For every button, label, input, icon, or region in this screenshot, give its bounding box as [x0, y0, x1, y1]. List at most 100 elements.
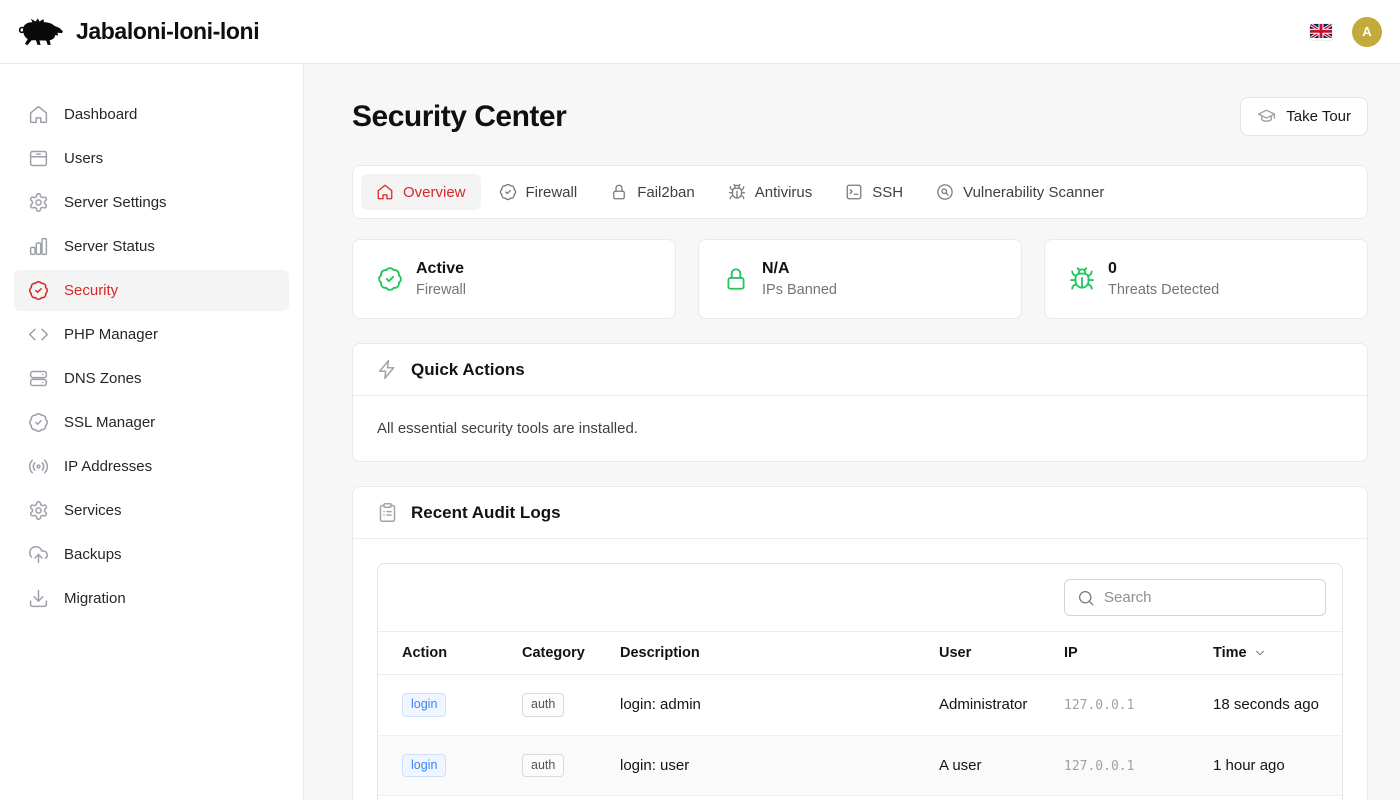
table-row[interactable]	[378, 796, 1342, 800]
user-avatar[interactable]: A	[1352, 17, 1382, 47]
column-header-user[interactable]: User	[929, 632, 1054, 675]
status-label: Firewall	[416, 282, 466, 298]
sidebar-item-ssl-manager[interactable]: SSL Manager	[14, 402, 289, 443]
column-header-ip[interactable]: IP	[1054, 632, 1203, 675]
sidebar-item-php-manager[interactable]: PHP Manager	[14, 314, 289, 355]
home-icon	[28, 104, 49, 125]
sidebar-item-dashboard[interactable]: Dashboard	[14, 94, 289, 135]
sidebar-item-security[interactable]: Security	[14, 270, 289, 311]
terminal-icon	[845, 183, 863, 201]
column-header-time[interactable]: Time	[1203, 632, 1342, 675]
sidebar-item-backups[interactable]: Backups	[14, 534, 289, 575]
sidebar: Dashboard Users Server Settings Server S…	[0, 64, 304, 800]
lightning-icon	[377, 359, 398, 380]
sidebar-item-dns-zones[interactable]: DNS Zones	[14, 358, 289, 399]
sidebar-item-label: DNS Zones	[64, 370, 142, 387]
section-title: Recent Audit Logs	[411, 503, 561, 523]
gear-icon	[28, 500, 49, 521]
gear-icon	[28, 192, 49, 213]
brand[interactable]: Jabaloni-loni-loni	[16, 16, 259, 48]
column-header-category[interactable]: Category	[512, 632, 610, 675]
description-cell: login: admin	[610, 675, 929, 736]
tab-fail2ban[interactable]: Fail2ban	[595, 174, 710, 210]
quick-actions-card: Quick Actions All essential security too…	[352, 343, 1368, 462]
sidebar-item-ip-addresses[interactable]: IP Addresses	[14, 446, 289, 487]
sidebar-item-label: Migration	[64, 590, 126, 607]
lock-icon	[723, 266, 749, 292]
sidebar-item-label: Users	[64, 150, 103, 167]
boar-logo-icon	[16, 16, 66, 48]
sidebar-item-services[interactable]: Services	[14, 490, 289, 531]
column-header-action[interactable]: Action	[378, 632, 512, 675]
server-icon	[28, 368, 49, 389]
app-header: Jabaloni-loni-loni A	[0, 0, 1400, 64]
action-badge: login	[402, 754, 446, 778]
brand-title: Jabaloni-loni-loni	[76, 18, 259, 45]
take-tour-button[interactable]: Take Tour	[1240, 97, 1368, 136]
language-flag-icon[interactable]	[1310, 24, 1332, 40]
quick-actions-message: All essential security tools are install…	[353, 396, 1367, 461]
bug-icon	[728, 183, 746, 201]
column-header-description[interactable]: Description	[610, 632, 929, 675]
shield-check-icon	[377, 266, 403, 292]
shield-check-icon	[28, 412, 49, 433]
sidebar-item-users[interactable]: Users	[14, 138, 289, 179]
description-cell: login: user	[610, 735, 929, 796]
search-input[interactable]	[1104, 589, 1313, 606]
tab-vulnerability-scanner[interactable]: Vulnerability Scanner	[921, 174, 1119, 210]
tab-overview[interactable]: Overview	[361, 174, 481, 210]
status-value: Active	[416, 260, 466, 278]
status-label: Threats Detected	[1108, 282, 1219, 298]
sidebar-item-server-settings[interactable]: Server Settings	[14, 182, 289, 223]
table-row[interactable]: login auth login: user A user 127.0.0.1 …	[378, 735, 1342, 796]
graduation-cap-icon	[1257, 107, 1276, 126]
action-badge: login	[402, 693, 446, 717]
sidebar-item-label: Server Settings	[64, 194, 167, 211]
sidebar-item-label: SSL Manager	[64, 414, 155, 431]
lock-icon	[610, 183, 628, 201]
code-icon	[28, 324, 49, 345]
time-cell: 1 hour ago	[1203, 735, 1342, 796]
tab-ssh[interactable]: SSH	[830, 174, 918, 210]
broadcast-icon	[28, 456, 49, 477]
table-header-row: Action Category Description User IP Time	[378, 632, 1342, 675]
status-card-ips-banned: N/A IPs Banned	[698, 239, 1022, 319]
sidebar-item-label: PHP Manager	[64, 326, 158, 343]
category-badge: auth	[522, 693, 564, 717]
status-card-firewall: Active Firewall	[352, 239, 676, 319]
home-icon	[376, 183, 394, 201]
drawer-icon	[28, 148, 49, 169]
chevron-down-icon	[1253, 646, 1267, 660]
shield-check-icon	[28, 280, 49, 301]
clipboard-icon	[377, 502, 398, 523]
sidebar-item-server-status[interactable]: Server Status	[14, 226, 289, 267]
security-tabs: Overview Firewall Fail2ban Antivirus SSH…	[352, 165, 1368, 219]
sidebar-item-migration[interactable]: Migration	[14, 578, 289, 619]
sidebar-item-label: Services	[64, 502, 122, 519]
audit-search	[1064, 579, 1326, 616]
search-icon	[1077, 589, 1095, 607]
sidebar-item-label: IP Addresses	[64, 458, 152, 475]
status-label: IPs Banned	[762, 282, 837, 298]
ip-cell: 127.0.0.1	[1064, 698, 1134, 713]
bug-icon	[1069, 266, 1095, 292]
category-badge: auth	[522, 754, 564, 778]
main-content: Security Center Take Tour Overview Firew…	[304, 64, 1400, 800]
ip-cell: 127.0.0.1	[1064, 759, 1134, 774]
sidebar-item-label: Backups	[64, 546, 122, 563]
status-value: 0	[1108, 260, 1219, 278]
tab-firewall[interactable]: Firewall	[484, 174, 593, 210]
sidebar-item-label: Server Status	[64, 238, 155, 255]
status-cards: Active Firewall N/A IPs Banned 0 Threats…	[352, 239, 1368, 319]
status-card-threats: 0 Threats Detected	[1044, 239, 1368, 319]
status-value: N/A	[762, 260, 837, 278]
tab-antivirus[interactable]: Antivirus	[713, 174, 828, 210]
page-title: Security Center	[352, 100, 566, 134]
table-row[interactable]: login auth login: admin Administrator 12…	[378, 675, 1342, 736]
audit-logs-card: Recent Audit Logs	[352, 486, 1368, 800]
section-title: Quick Actions	[411, 360, 525, 380]
download-icon	[28, 588, 49, 609]
user-cell: Administrator	[929, 675, 1054, 736]
cloud-upload-icon	[28, 544, 49, 565]
shield-check-icon	[499, 183, 517, 201]
